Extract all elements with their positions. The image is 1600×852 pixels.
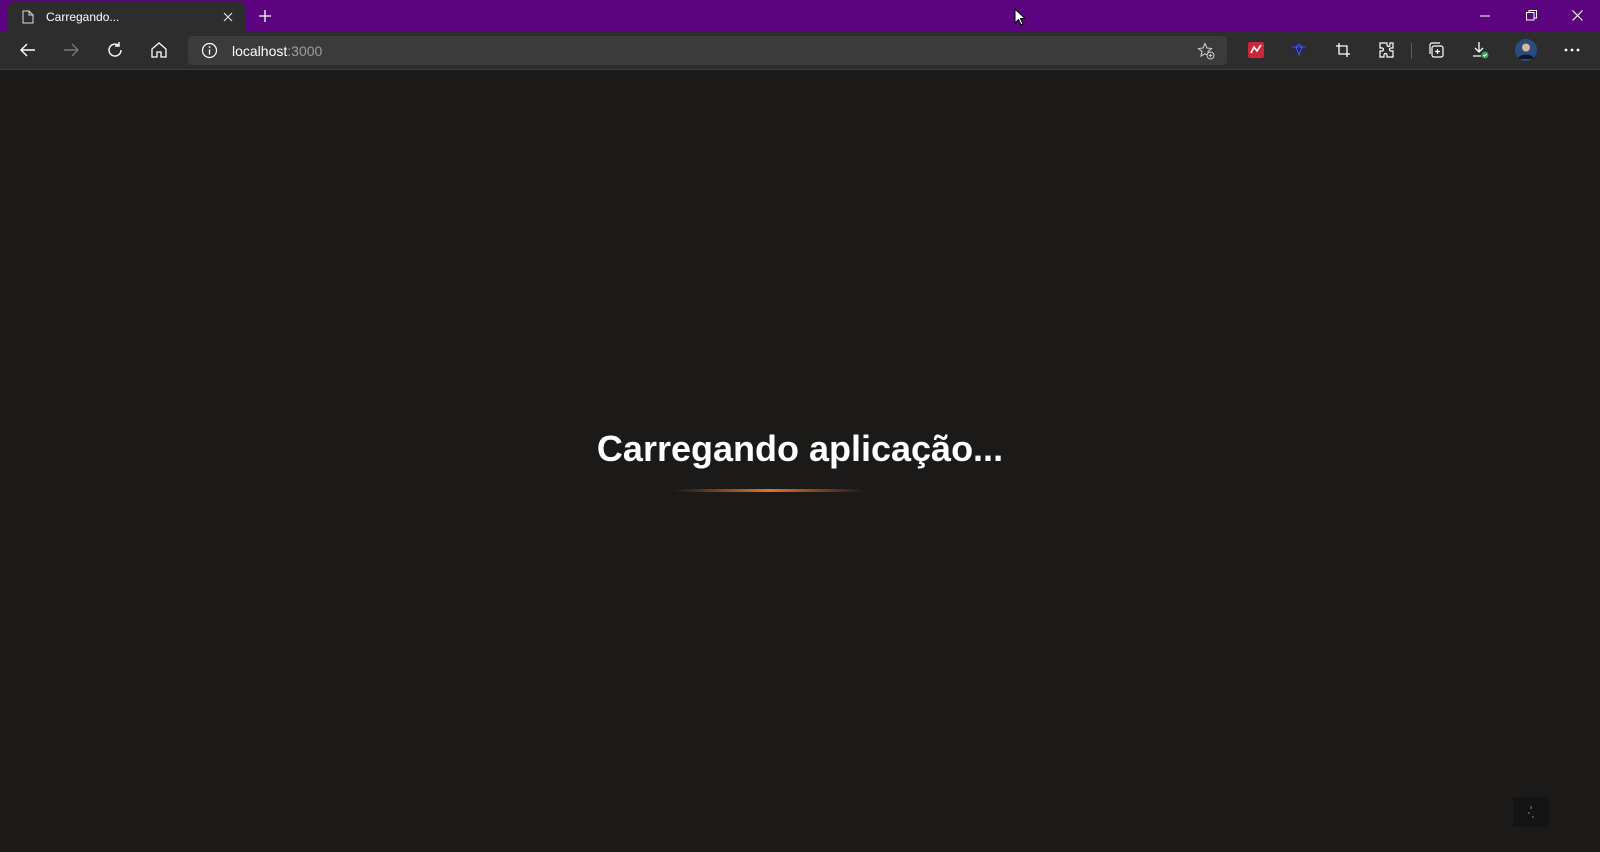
- new-tab-button[interactable]: [254, 5, 276, 27]
- loading-message: Carregando aplicação...: [596, 428, 1004, 469]
- back-arrow-icon: [20, 43, 35, 57]
- restore-button[interactable]: [1508, 0, 1554, 31]
- back-button[interactable]: [12, 34, 44, 66]
- profile-button[interactable]: [1510, 34, 1542, 66]
- toolbar-separator: [1411, 43, 1412, 59]
- collections-button[interactable]: [1420, 34, 1452, 66]
- home-button[interactable]: [143, 34, 175, 66]
- close-tab-icon[interactable]: [218, 7, 238, 27]
- minimize-icon: [1480, 15, 1490, 16]
- mouse-cursor-icon: [1014, 7, 1027, 31]
- info-icon[interactable]: [201, 42, 218, 64]
- refresh-icon: [108, 42, 122, 57]
- restore-icon: [1525, 10, 1537, 21]
- minimize-button[interactable]: [1462, 0, 1508, 31]
- red-extension-icon[interactable]: [1240, 34, 1272, 66]
- browser-title-bar: Carregando...: [0, 0, 1600, 31]
- forward-arrow-icon: [64, 43, 79, 57]
- close-icon: [1571, 10, 1583, 21]
- url-port: :3000: [287, 43, 323, 59]
- downloads-button[interactable]: [1464, 34, 1496, 66]
- refresh-button[interactable]: [99, 34, 131, 66]
- browser-toolbar: localhost:3000: [0, 31, 1600, 70]
- corner-loading-widget[interactable]: [1513, 797, 1549, 827]
- puzzle-extensions-icon[interactable]: [1371, 34, 1403, 66]
- avatar: [1515, 39, 1537, 61]
- url-text: localhost:3000: [232, 43, 322, 59]
- address-bar[interactable]: localhost:3000: [188, 36, 1227, 65]
- page-icon: [20, 9, 36, 25]
- more-dots-icon: [1564, 48, 1580, 52]
- forward-button[interactable]: [55, 34, 87, 66]
- browser-tab[interactable]: Carregando...: [8, 2, 246, 31]
- tab-title: Carregando...: [46, 9, 120, 24]
- download-icon: [1473, 42, 1489, 59]
- url-host: localhost: [232, 43, 288, 59]
- add-favorite-icon[interactable]: [1197, 42, 1215, 65]
- blue-diamond-extension-icon[interactable]: [1283, 34, 1315, 66]
- close-window-button[interactable]: [1554, 0, 1600, 31]
- home-icon: [151, 42, 167, 58]
- collections-icon: [1429, 42, 1444, 58]
- spinner-icon: [1528, 806, 1534, 818]
- loading-bar: [674, 489, 864, 492]
- settings-menu-button[interactable]: [1556, 34, 1588, 66]
- screenshot-icon[interactable]: [1327, 34, 1359, 66]
